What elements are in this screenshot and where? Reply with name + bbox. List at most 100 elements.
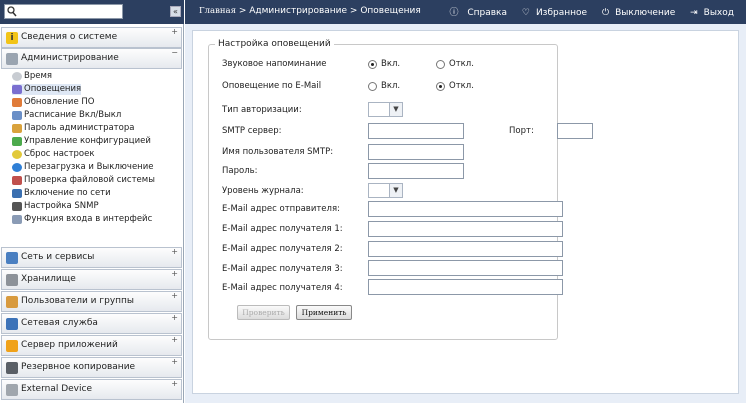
select-box bbox=[368, 102, 390, 117]
sidebar-section-storage[interactable]: Хранилище + bbox=[1, 269, 182, 290]
logout-icon: ⇥ bbox=[690, 8, 698, 18]
sidebar-section-users[interactable]: Пользователи и группы + bbox=[1, 291, 182, 312]
test-button[interactable]: Проверить bbox=[237, 305, 290, 320]
logout-link[interactable]: ⇥ Выход bbox=[690, 8, 740, 18]
recipient2-label: E-Mail адрес получателя 2: bbox=[222, 244, 343, 254]
top-header: Главная > Администрирование > Оповещения… bbox=[185, 0, 746, 24]
network-power-icon bbox=[12, 189, 22, 198]
recipient1-label: E-Mail адрес получателя 1: bbox=[222, 224, 343, 234]
search-input[interactable] bbox=[4, 4, 123, 19]
snmp-icon bbox=[12, 202, 22, 211]
auth-type-label: Тип авторизации: bbox=[222, 105, 302, 115]
network-service-icon bbox=[6, 318, 18, 330]
sidebar-item-wol[interactable]: Включение по сети bbox=[12, 188, 111, 199]
sidebar-section-label: Сведения о системе bbox=[21, 32, 118, 42]
recipient2-input[interactable] bbox=[368, 241, 563, 257]
sidebar-item-label: Пароль администратора bbox=[24, 123, 135, 133]
heart-icon: ♡ bbox=[521, 8, 530, 18]
auth-type-select[interactable]: ▼ bbox=[368, 102, 404, 117]
recipient4-input[interactable] bbox=[368, 279, 563, 295]
favorites-link[interactable]: ♡ Избранное bbox=[522, 8, 593, 18]
logout-label: Выход bbox=[703, 8, 734, 18]
smtp-user-label: Имя пользователя SMTP: bbox=[222, 147, 334, 157]
sender-email-input[interactable] bbox=[368, 201, 563, 217]
sidebar-section-app-server[interactable]: Сервер приложений + bbox=[1, 335, 182, 356]
reset-icon bbox=[12, 150, 22, 159]
storage-icon bbox=[6, 274, 18, 286]
sidebar-top-bar: « bbox=[0, 0, 184, 24]
sidebar-section-backup[interactable]: Резервное копирование + bbox=[1, 357, 182, 378]
sidebar-item-label: Сброс настроек bbox=[24, 149, 95, 159]
notification-icon bbox=[12, 85, 22, 94]
expand-icon: + bbox=[171, 379, 178, 388]
disk-check-icon bbox=[12, 176, 22, 185]
expand-icon: + bbox=[171, 335, 178, 344]
login-icon bbox=[12, 215, 22, 224]
sidebar-section-label: Резервное копирование bbox=[21, 362, 136, 372]
sidebar-item-reset[interactable]: Сброс настроек bbox=[12, 149, 95, 160]
sidebar-item-firmware[interactable]: Обновление ПО bbox=[12, 97, 94, 108]
sidebar-item-snmp[interactable]: Настройка SNMP bbox=[12, 201, 99, 212]
sidebar-section-external[interactable]: External Device + bbox=[1, 379, 182, 400]
recipient4-label: E-Mail адрес получателя 4: bbox=[222, 283, 343, 293]
favorites-label: Избранное bbox=[535, 8, 588, 18]
expand-icon: + bbox=[171, 313, 178, 322]
help-link[interactable]: ⓘ Справка bbox=[449, 8, 513, 18]
clock-icon bbox=[12, 72, 22, 81]
sidebar-section-label: Сетевая служба bbox=[21, 318, 98, 328]
breadcrumb-path: > Администрирование > Оповещения bbox=[235, 6, 421, 16]
beep-on-label: Вкл. bbox=[381, 59, 401, 69]
password-input[interactable] bbox=[368, 163, 464, 179]
sidebar-section-network[interactable]: Сеть и сервисы + bbox=[1, 247, 182, 268]
sidebar-item-config[interactable]: Управление конфигурацией bbox=[12, 136, 151, 147]
fieldset-legend: Настройка оповещений bbox=[215, 39, 334, 49]
select-box bbox=[368, 183, 390, 198]
sidebar-item-label: Включение по сети bbox=[24, 188, 111, 198]
smtp-server-input[interactable] bbox=[368, 123, 464, 139]
expand-icon: + bbox=[171, 269, 178, 278]
breadcrumb-home[interactable]: Главная bbox=[199, 6, 236, 16]
sidebar: « i Сведения о системе + Администрирован… bbox=[0, 0, 184, 403]
main-content: Настройка оповещений Звуковое напоминани… bbox=[185, 24, 746, 403]
expand-icon: + bbox=[171, 247, 178, 256]
power-icon bbox=[12, 163, 22, 172]
sender-label: E-Mail адрес отправителя: bbox=[222, 204, 340, 214]
sidebar-item-ui-login[interactable]: Функция входа в интерфейс bbox=[12, 214, 152, 225]
shutdown-link[interactable]: ⏻ Выключение bbox=[602, 8, 681, 18]
sidebar-section-net-service[interactable]: Сетевая служба + bbox=[1, 313, 182, 334]
network-icon bbox=[6, 252, 18, 264]
recipient3-input[interactable] bbox=[368, 260, 563, 276]
log-level-select[interactable]: ▼ bbox=[368, 183, 404, 198]
settings-panel: Настройка оповещений Звуковое напоминани… bbox=[192, 30, 739, 394]
sidebar-section-label: External Device bbox=[21, 384, 92, 394]
sidebar-item-label: Расписание Вкл/Выкл bbox=[24, 110, 122, 120]
email-on-radio[interactable] bbox=[368, 82, 377, 91]
info-icon: i bbox=[6, 32, 18, 44]
email-off-radio[interactable] bbox=[436, 82, 445, 91]
sidebar-section-admin[interactable]: Администрирование − bbox=[1, 48, 182, 69]
sidebar-section-label: Сервер приложений bbox=[21, 340, 118, 350]
sidebar-section-system-info[interactable]: i Сведения о системе + bbox=[1, 27, 182, 48]
beep-off-radio[interactable] bbox=[436, 60, 445, 69]
port-input[interactable] bbox=[557, 123, 593, 139]
smtp-user-input[interactable] bbox=[368, 144, 464, 160]
sidebar-item-reboot[interactable]: Перезагрузка и Выключение bbox=[12, 162, 153, 173]
apply-button[interactable]: Применить bbox=[296, 305, 352, 320]
sidebar-item-time[interactable]: Время bbox=[12, 71, 52, 82]
sidebar-item-fs-check[interactable]: Проверка файловой системы bbox=[12, 175, 155, 186]
sidebar-item-admin-password[interactable]: Пароль администратора bbox=[12, 123, 134, 134]
sidebar-section-label: Администрирование bbox=[21, 53, 119, 63]
collapse-sidebar-button[interactable]: « bbox=[170, 6, 181, 17]
beep-label: Звуковое напоминание bbox=[222, 59, 327, 69]
app-server-icon bbox=[6, 340, 18, 352]
sidebar-item-label: Оповещения bbox=[24, 84, 82, 94]
recipient1-input[interactable] bbox=[368, 221, 563, 237]
sidebar-item-schedule[interactable]: Расписание Вкл/Выкл bbox=[12, 110, 121, 121]
backup-icon bbox=[6, 362, 18, 374]
beep-on-radio[interactable] bbox=[368, 60, 377, 69]
expand-icon: + bbox=[171, 27, 178, 36]
expand-icon: + bbox=[171, 357, 178, 366]
breadcrumb: Главная > Администрирование > Оповещения bbox=[199, 6, 421, 16]
sidebar-item-notifications[interactable]: Оповещения bbox=[12, 84, 82, 95]
beep-off-label: Откл. bbox=[449, 59, 474, 69]
